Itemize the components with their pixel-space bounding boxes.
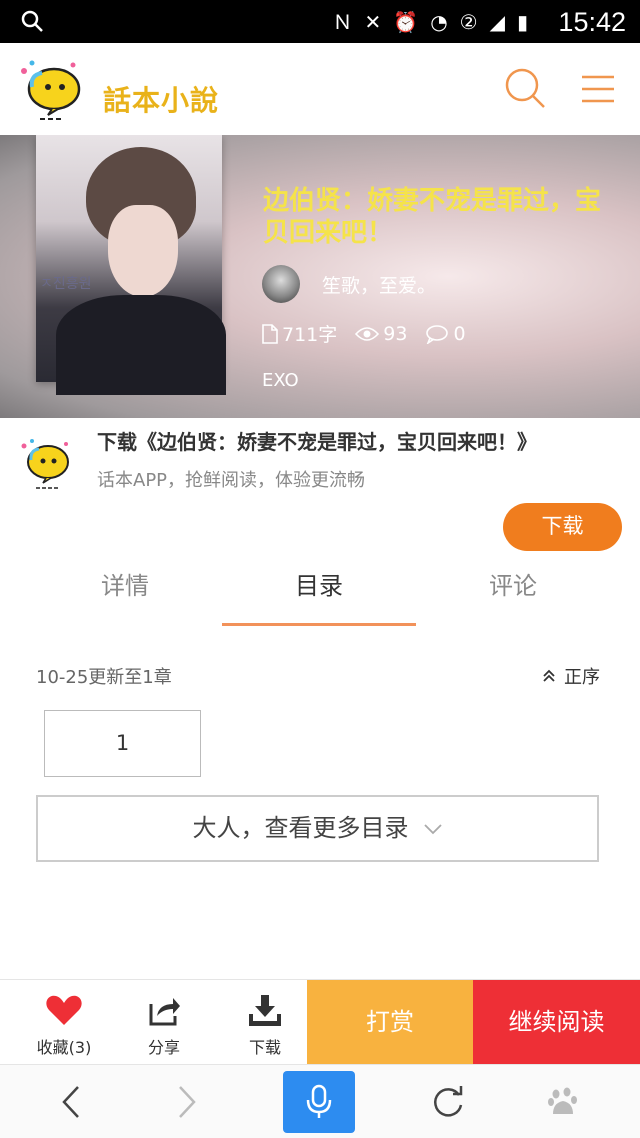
chapter-item[interactable]: 1 [44,710,201,777]
download-button[interactable]: 下载 [215,980,315,1065]
comment-icon [426,324,449,344]
author-name[interactable]: 笙歌，至爱。 [322,271,436,298]
chevron-right-icon [179,1086,196,1118]
signal-icon: ◢ [489,10,505,34]
app-logo-icon [21,439,69,489]
voice-search-button[interactable] [283,1071,355,1133]
word-count: 711字 [262,320,337,347]
document-icon [262,323,278,344]
book-stats: 711字 93 0 [262,320,466,347]
book-title: 边伯贤：娇妻不宠是罪过，宝贝回来吧！ [263,186,602,248]
chevron-down-icon [423,823,442,834]
sort-order-toggle[interactable]: 正序 [542,663,600,689]
mute-icon: ✕ [364,10,382,34]
sim-2-icon: ② [459,10,478,34]
refresh-icon [434,1086,463,1117]
continue-reading-button[interactable]: 继续阅读 [473,980,640,1065]
share-button[interactable]: 分享 [114,980,214,1065]
search-icon[interactable] [504,67,546,109]
view-more-catalog-button[interactable]: 大人，查看更多目录 [36,795,599,862]
browser-nav-bar [0,1064,640,1138]
logo-text: 話本小說 [103,84,220,117]
view-count: 93 [355,323,407,345]
tab-comments[interactable]: 评论 [416,560,610,628]
action-bar: 收藏(3) 分享 下载 打赏 继续阅读 [0,979,640,1065]
tab-catalog[interactable]: 目录 [222,560,416,628]
author-avatar[interactable] [262,265,300,303]
site-logo[interactable]: 話本小說 [18,57,228,121]
reward-button[interactable]: 打赏 [307,980,473,1065]
promo-subtitle: 话本APP，抢鲜阅读，体验更流畅 [97,470,366,491]
back-button[interactable] [36,1065,106,1138]
share-icon [149,998,180,1026]
book-cover[interactable]: ㅈ진흥원 [36,135,226,395]
menu-icon[interactable] [580,73,616,105]
tab-details[interactable]: 详情 [28,560,222,628]
search-icon [21,10,43,32]
promo-title: 下载《边伯贤：娇妻不宠是罪过，宝贝回来吧！》 [97,430,537,454]
nfc-icon: Ｎ [332,10,353,34]
site-header: 話本小說 [0,43,640,135]
book-tag[interactable]: EXO [262,370,299,391]
microphone-icon [306,1084,332,1118]
book-banner: ㅈ진흥원 边伯贤：娇妻不宠是罪过，宝贝回来吧！ 笙歌，至爱。 711字 93 0 [0,135,640,418]
battery-icon: ▮ [516,10,528,34]
baidu-paw-icon [548,1087,577,1114]
logo-mascot-icon [21,60,81,120]
cover-text: ㅈ진흥원 [40,276,92,292]
refresh-button[interactable] [413,1065,483,1138]
heart-icon [46,995,82,1025]
status-bar: Ｎ ✕ ⏰ ◔ ② ◢ ▮ 15:42 [0,0,640,43]
eye-icon [355,326,380,341]
chevron-left-icon [62,1086,79,1118]
status-time: 15:42 [558,7,626,37]
baidu-button[interactable] [528,1065,598,1138]
tab-bar: 详情 目录 评论 [28,560,612,628]
wifi-icon: ◔ [430,10,448,34]
alarm-icon: ⏰ [393,10,419,34]
comment-count: 0 [425,323,466,345]
status-icons: Ｎ ✕ ⏰ ◔ ② ◢ ▮ [333,8,528,36]
catalog-update-text: 10-25更新至1章 [36,667,172,688]
download-app-button[interactable]: 下载 [503,503,622,551]
favorite-button[interactable]: 收藏(3) [14,980,114,1065]
double-chevron-up-icon [543,669,555,682]
download-icon [249,995,281,1026]
forward-button[interactable] [152,1065,222,1138]
